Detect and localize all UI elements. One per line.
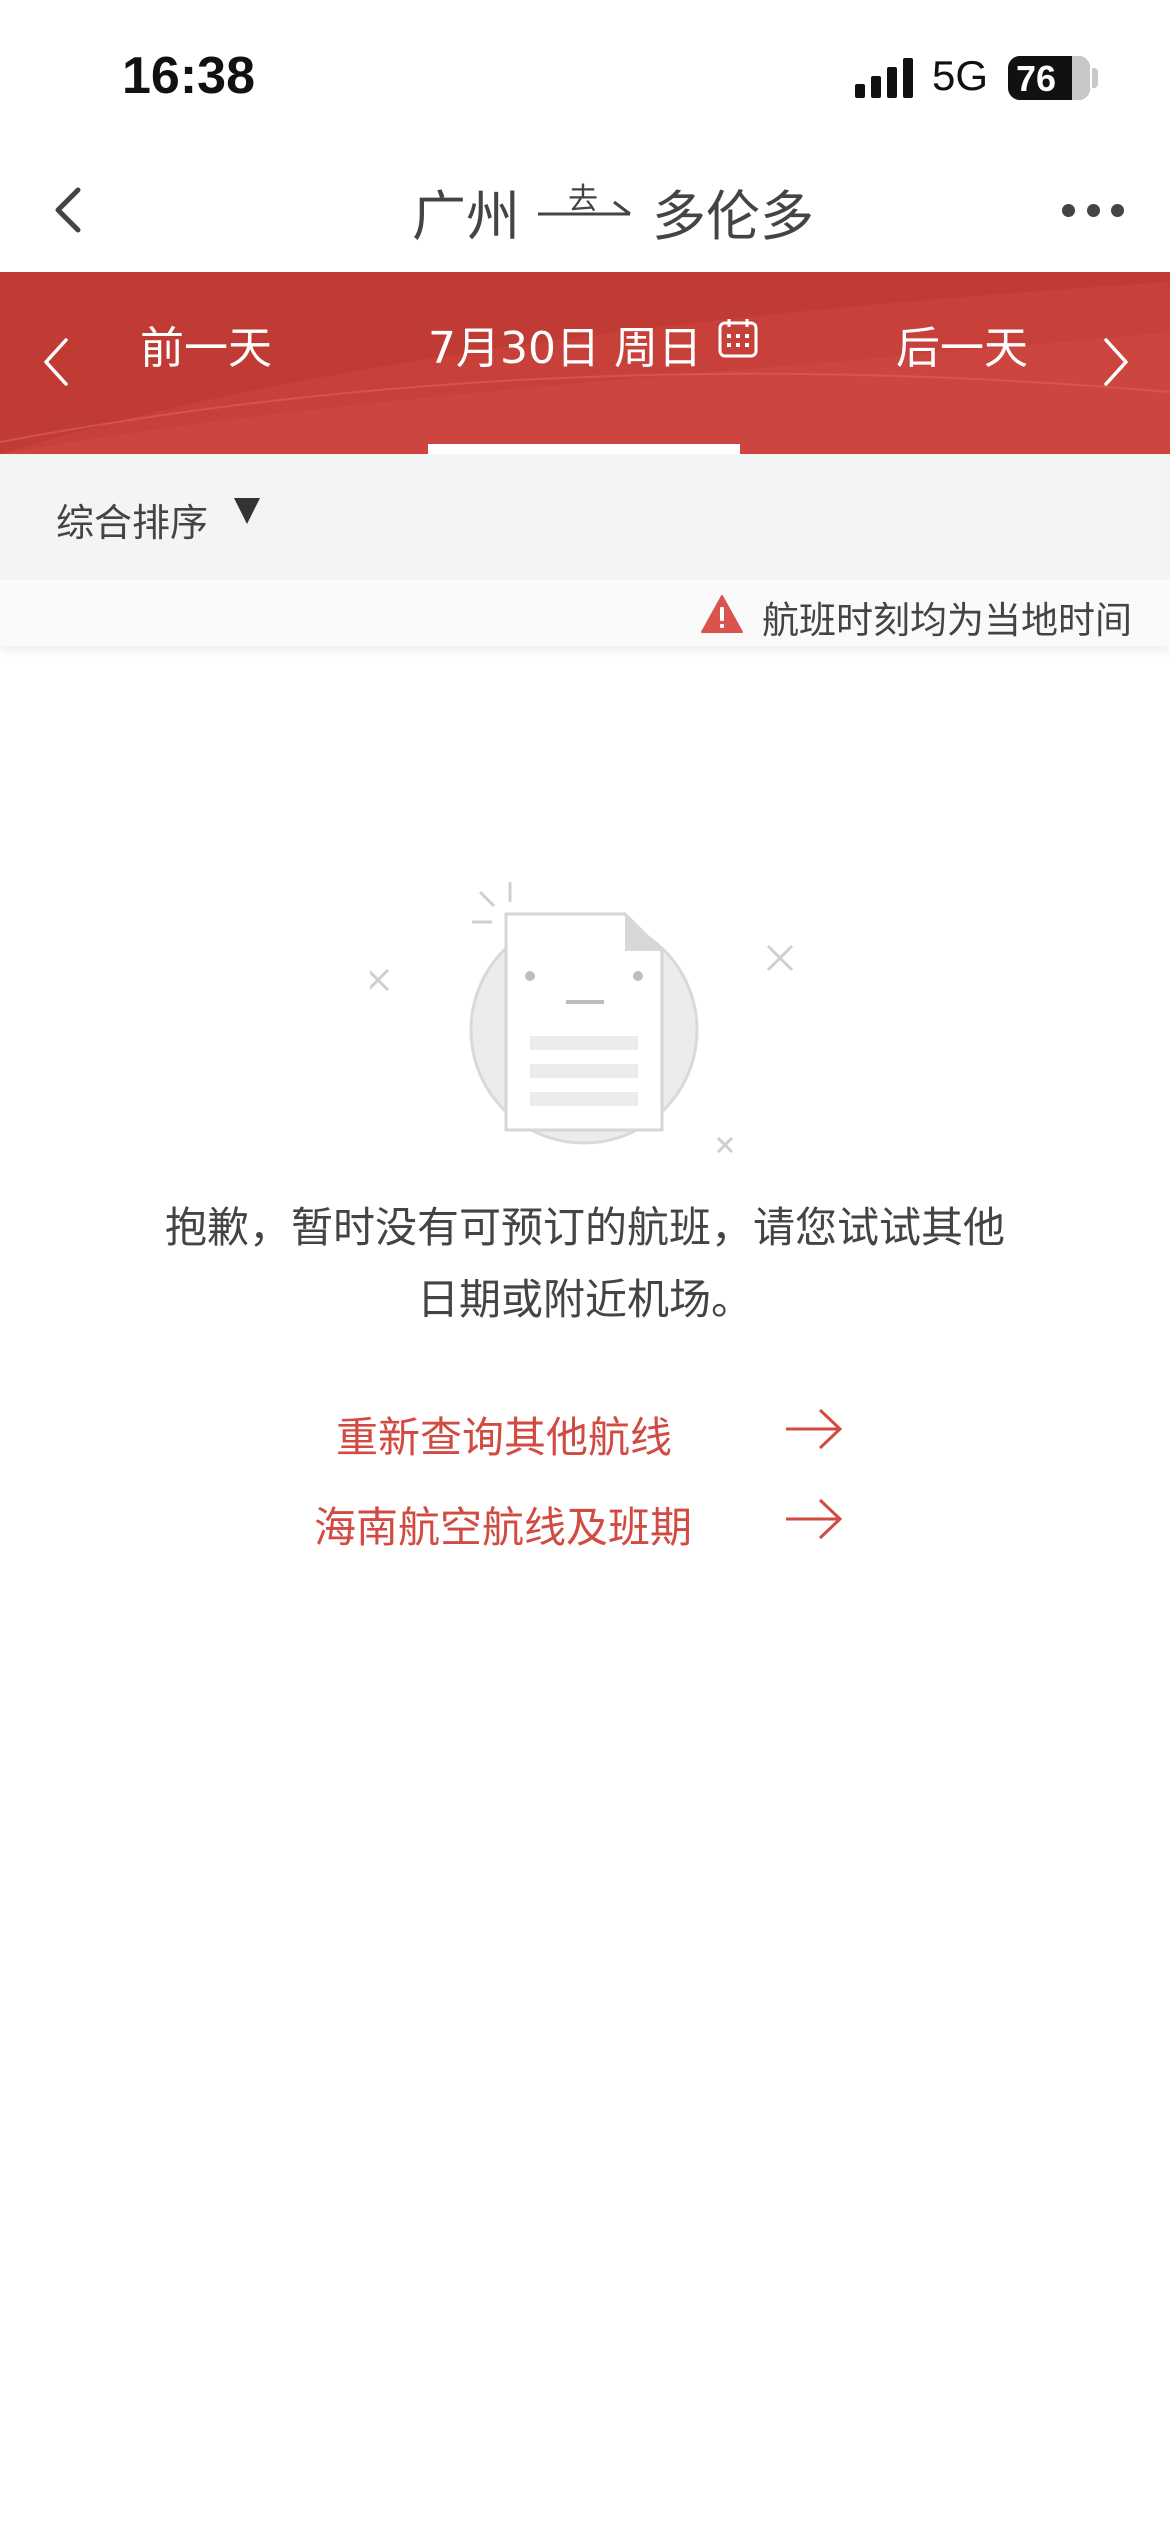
nav-bar: 广州 去 多伦多 [0, 150, 1170, 272]
chevron-left-icon[interactable] [38, 332, 74, 392]
prev-day-button[interactable]: 前一天 [140, 312, 272, 376]
selected-date-indicator [428, 444, 740, 454]
route-arrow-icon [538, 200, 631, 216]
arrow-right-icon[interactable] [784, 1404, 844, 1454]
more-dots-icon[interactable] [1062, 198, 1124, 222]
warning-icon [701, 595, 743, 633]
empty-document-icon [370, 882, 794, 1154]
sort-bar: 综合排序 [0, 454, 1170, 580]
chevron-left-icon[interactable] [40, 180, 100, 240]
notice-bar: 航班时刻均为当地时间 [0, 580, 1170, 646]
current-date[interactable]: 7月30日 周日 [428, 312, 702, 376]
requery-routes-link[interactable]: 重新查询其他航线 [300, 1396, 860, 1466]
arrow-right-icon[interactable] [784, 1494, 844, 1544]
hainan-routes-link[interactable]: 海南航空航线及班期 [300, 1486, 860, 1556]
sort-dropdown[interactable]: 综合排序 [56, 492, 208, 547]
empty-state-message: 抱歉，暂时没有可预订的航班，请您试试其他 日期或附近机场。 [100, 1192, 1070, 1336]
origin-city: 广州 [412, 185, 520, 248]
status-bar: 16:38 5G 76 [0, 0, 1170, 150]
chevron-right-icon[interactable] [1098, 332, 1134, 392]
battery-icon: 76 [1008, 56, 1090, 100]
network-type: 5G [932, 52, 989, 99]
caret-down-icon[interactable] [234, 498, 260, 524]
status-time: 16:38 [122, 47, 255, 105]
empty-message-line-2: 日期或附近机场。 [416, 1275, 753, 1324]
date-selector: 前一天 7月30日 周日 后一天 [0, 272, 1170, 454]
battery-level: 76 [1016, 58, 1057, 99]
destination-city: 多伦多 [652, 185, 814, 248]
local-time-notice: 航班时刻均为当地时间 [762, 599, 1132, 642]
next-day-button[interactable]: 后一天 [896, 312, 1028, 376]
empty-message-line-1: 抱歉，暂时没有可预订的航班，请您试试其他 [164, 1203, 1005, 1252]
requery-routes-label[interactable]: 重新查询其他航线 [336, 1404, 672, 1465]
hainan-routes-label[interactable]: 海南航空航线及班期 [314, 1494, 692, 1555]
calendar-icon[interactable] [716, 316, 760, 360]
signal-icon [855, 58, 913, 98]
